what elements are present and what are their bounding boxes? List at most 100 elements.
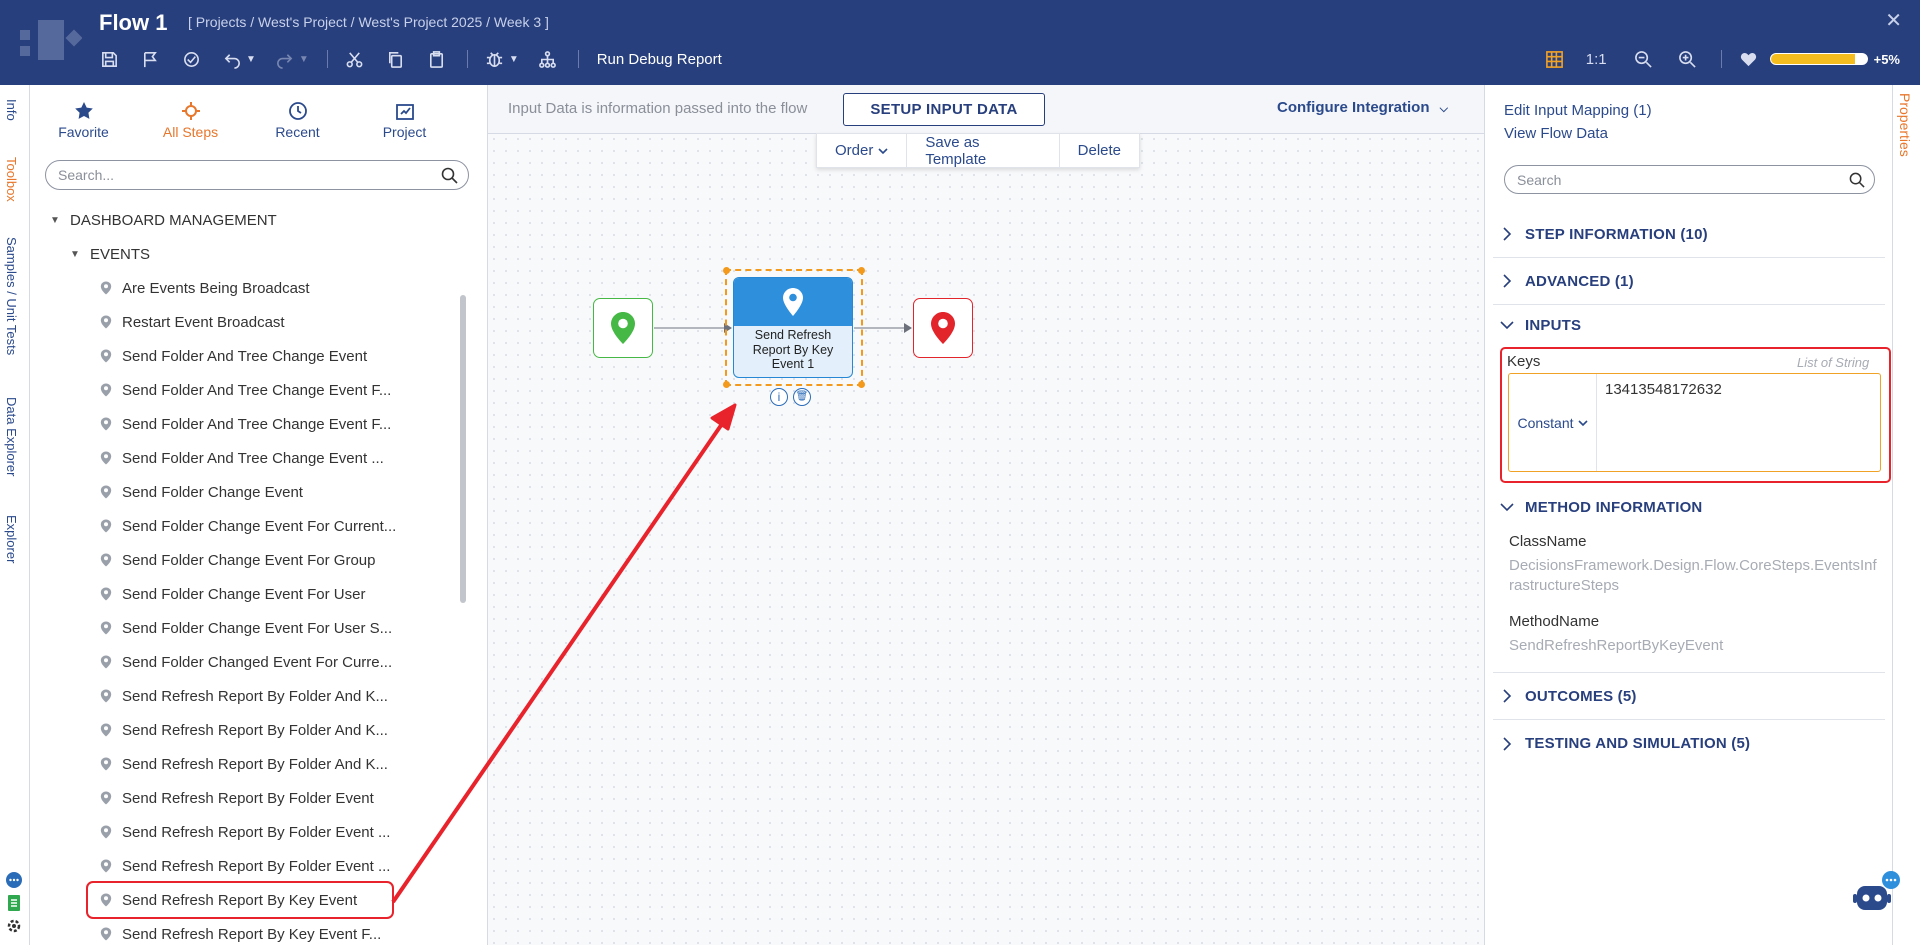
keys-value-textarea[interactable]: 13413548172632 [1597,374,1880,471]
location-pin-icon [100,383,112,397]
tree-item[interactable]: Send Folder Change Event For Group [30,543,470,577]
tree-item-send-refresh-report-by-key-event[interactable]: Send Refresh Report By Key Event [86,881,394,919]
zoom-reset-button[interactable]: 1:1 [1586,51,1607,68]
tree-item[interactable]: Restart Event Broadcast [30,305,470,339]
resize-handle[interactable] [858,267,865,274]
tab-all-steps[interactable]: All Steps [137,100,244,140]
save-icon[interactable] [96,46,122,72]
start-node[interactable] [593,298,653,358]
close-button[interactable]: ✕ [1885,8,1902,33]
method-name-label: MethodName [1509,613,1600,630]
search-icon[interactable] [1849,172,1865,188]
section-method-information[interactable]: METHOD INFORMATION [1493,489,1885,525]
view-flow-data-link[interactable]: View Flow Data [1504,125,1608,142]
debug-icon[interactable] [482,46,508,72]
redo-dropdown-icon[interactable]: ▼ [299,54,309,65]
tree-item[interactable]: Send Refresh Report By Folder And K... [30,713,470,747]
tab-info[interactable]: Info [4,99,19,121]
right-vertical-tabs: Properties [1892,85,1920,945]
designer-toolbar-right: 1:1 +5% [1542,46,1900,72]
tree-item[interactable]: Send Folder Change Event For Current... [30,509,470,543]
location-pin-icon [783,288,803,316]
tree-item-label: Send Refresh Report By Folder Event [122,789,374,807]
step-node-send-refresh-report[interactable]: Send Refresh Report By Key Event 1 [733,277,853,378]
tree-item-label: Send Refresh Report By Folder Event ... [122,823,391,841]
tab-favorite[interactable]: Favorite [30,100,137,140]
flag-icon[interactable] [137,46,163,72]
tab-data-explorer[interactable]: Data Explorer [4,397,19,476]
toolbox-search-input[interactable] [45,160,469,190]
edit-input-mapping-link[interactable]: Edit Input Mapping (1) [1504,102,1652,119]
location-pin-icon [100,417,112,431]
section-label: OUTCOMES (5) [1525,687,1637,705]
zoom-out-icon[interactable] [1631,46,1657,72]
tab-explorer[interactable]: Explorer [4,515,19,563]
assistant-bot-icon[interactable] [1852,870,1900,918]
section-testing-and-simulation[interactable]: TESTING AND SIMULATION (5) [1493,720,1885,767]
resize-handle[interactable] [723,381,730,388]
tree-item[interactable]: Send Folder And Tree Change Event ... [30,441,470,475]
tree-item[interactable]: Send Refresh Report By Folder Event [30,781,470,815]
tree-item[interactable]: Send Folder And Tree Change Event F... [30,407,470,441]
tree-item[interactable]: Send Refresh Report By Folder Event ... [30,815,470,849]
cut-icon[interactable] [342,46,368,72]
location-pin-icon [100,451,112,465]
location-pin-icon [100,485,112,499]
section-outcomes[interactable]: OUTCOMES (5) [1493,673,1885,720]
tree-group-dashboard-management[interactable]: ▼ DASHBOARD MANAGEMENT [30,203,470,237]
step-node-header [734,278,852,326]
tree-item-label: Send Folder And Tree Change Event ... [122,449,384,467]
hierarchy-icon[interactable] [535,46,561,72]
end-node[interactable] [913,298,973,358]
heart-icon[interactable] [1736,46,1762,72]
tree-item[interactable]: Send Refresh Report By Folder And K... [30,747,470,781]
tree-item[interactable]: Send Refresh Report By Key Event F... [30,917,470,945]
settings-icon[interactable] [5,917,23,935]
all-steps-icon [181,102,200,120]
tree-item[interactable]: Send Folder Change Event For User S... [30,611,470,645]
chat-icon[interactable] [5,871,23,889]
keys-mode-dropdown[interactable]: Constant [1509,374,1597,471]
tree-item[interactable]: Send Folder And Tree Change Event F... [30,373,470,407]
copy-icon[interactable] [383,46,409,72]
tree-item[interactable]: Send Folder Change Event [30,475,470,509]
trash-icon[interactable]: 🗑 [793,388,811,406]
flow-canvas[interactable]: Input Data is information passed into th… [488,85,1484,945]
search-icon[interactable] [441,167,458,184]
document-icon[interactable] [5,894,23,912]
resize-handle[interactable] [858,381,865,388]
paste-icon[interactable] [424,46,450,72]
location-pin-icon [100,689,112,703]
tab-samples-unit-tests[interactable]: Samples / Unit Tests [4,237,19,355]
tree-item[interactable]: Send Folder Changed Event For Curre... [30,645,470,679]
undo-dropdown-icon[interactable]: ▼ [246,54,256,65]
tab-properties[interactable]: Properties [1897,93,1913,157]
resize-handle[interactable] [723,267,730,274]
tree-item[interactable]: Send Folder And Tree Change Event [30,339,470,373]
properties-search-input[interactable] [1504,165,1875,194]
validate-icon[interactable] [178,46,204,72]
tree-item[interactable]: Send Refresh Report By Folder Event ... [30,849,470,883]
tree-item[interactable]: Send Refresh Report By Folder And K... [30,679,470,713]
redo-icon[interactable] [272,46,298,72]
tab-recent[interactable]: Recent [244,100,351,140]
location-pin-icon [100,315,112,329]
breadcrumb[interactable]: [ Projects / West's Project / West's Pro… [188,14,549,30]
zoom-in-icon[interactable] [1675,46,1701,72]
tree-item[interactable]: Are Events Being Broadcast [30,271,470,305]
tree-group-events[interactable]: ▼ EVENTS [30,237,470,271]
info-icon[interactable]: i [770,388,788,406]
undo-icon[interactable] [219,46,245,72]
debug-dropdown-icon[interactable]: ▼ [509,54,519,65]
location-pin-icon [100,281,112,295]
section-step-information[interactable]: STEP INFORMATION (10) [1493,211,1885,258]
section-inputs[interactable]: INPUTS [1493,305,1885,345]
tab-project[interactable]: Project [351,100,458,140]
grid-icon[interactable] [1542,46,1568,72]
keys-type-label: List of String [1797,355,1870,370]
tree-item[interactable]: Send Folder Change Event For User [30,577,470,611]
toolbox-scrollbar[interactable] [460,295,466,603]
run-debug-report-button[interactable]: Run Debug Report [597,51,722,68]
tab-toolbox[interactable]: Toolbox [4,157,19,202]
section-advanced[interactable]: ADVANCED (1) [1493,258,1885,305]
